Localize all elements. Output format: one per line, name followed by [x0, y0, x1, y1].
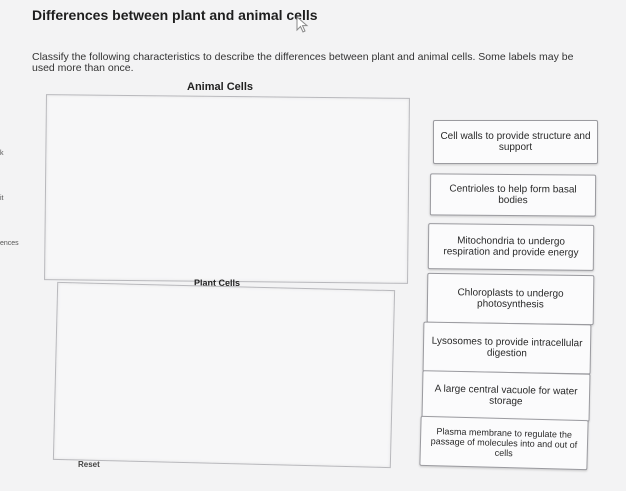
- animal-cells-heading: Animal Cells: [187, 81, 254, 93]
- page-title: Differences between plant and animal cel…: [32, 7, 318, 23]
- left-edge-fragment: k: [0, 150, 4, 157]
- label-card-central-vacuole[interactable]: A large central vacuole for water storag…: [421, 370, 591, 422]
- label-card-plasma-membrane[interactable]: Plasma membrane to regulate the passage …: [419, 415, 589, 471]
- animal-cells-drop-zone[interactable]: [44, 94, 410, 284]
- label-card-mitochondria[interactable]: Mitochondria to undergo respiration and …: [427, 223, 595, 271]
- label-card-chloroplasts[interactable]: Chloroplasts to undergo photosynthesis: [426, 272, 595, 326]
- left-edge-fragment: ences: [0, 240, 19, 247]
- left-edge-panel: k it ences: [0, 0, 26, 491]
- label-card-lysosomes[interactable]: Lysosomes to provide intracellular diges…: [422, 321, 592, 375]
- instructions-text: Classify the following characteristics t…: [32, 51, 574, 74]
- left-edge-fragment: it: [0, 195, 4, 202]
- reset-button[interactable]: Reset: [78, 460, 100, 469]
- mouse-pointer-icon: [296, 16, 309, 33]
- label-card-cell-walls[interactable]: Cell walls to provide structure and supp…: [433, 120, 598, 164]
- label-card-centrioles[interactable]: Centrioles to help form basal bodies: [429, 173, 597, 217]
- plant-cells-drop-zone[interactable]: [52, 281, 396, 469]
- label-bank: Cell walls to provide structure and supp…: [419, 118, 610, 478]
